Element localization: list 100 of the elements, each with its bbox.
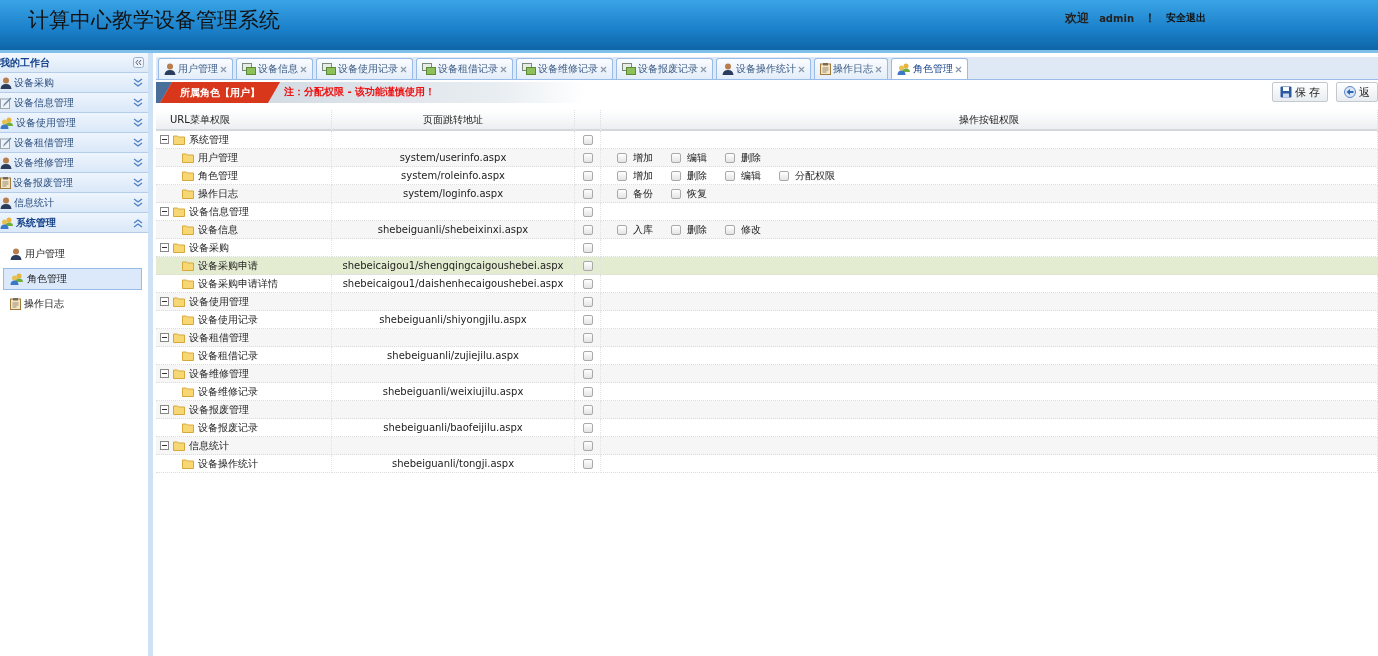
collapse-icon[interactable] bbox=[160, 441, 169, 450]
tree-node-label[interactable]: 设备操作统计 bbox=[198, 456, 258, 471]
tree-node-label[interactable]: 设备信息管理 bbox=[189, 204, 249, 219]
collapse-icon[interactable] bbox=[160, 297, 169, 306]
checkbox[interactable] bbox=[582, 170, 593, 181]
checkbox[interactable] bbox=[617, 170, 627, 181]
tree-node-label[interactable]: 操作日志 bbox=[198, 186, 238, 201]
collapse-icon[interactable] bbox=[160, 405, 169, 414]
close-icon[interactable] bbox=[220, 65, 227, 73]
checkbox[interactable] bbox=[582, 332, 593, 343]
checkbox[interactable] bbox=[582, 224, 593, 235]
expand-chevron-icon[interactable] bbox=[133, 117, 143, 128]
tree-node-label[interactable]: 设备维修管理 bbox=[189, 366, 249, 381]
sidebar-group[interactable]: 设备维修管理 bbox=[0, 153, 148, 173]
collapse-icon[interactable] bbox=[160, 135, 169, 144]
tree-node-label[interactable]: 设备采购申请详情 bbox=[198, 276, 278, 291]
sidebar-group[interactable]: 设备报废管理 bbox=[0, 173, 148, 193]
checkbox[interactable] bbox=[617, 224, 627, 235]
tree-node-label[interactable]: 设备租借管理 bbox=[189, 330, 249, 345]
checkbox[interactable] bbox=[725, 170, 735, 181]
sidebar-group[interactable]: 设备租借管理 bbox=[0, 133, 148, 153]
tree-node-label[interactable]: 设备采购 bbox=[189, 240, 229, 255]
tree-node-label[interactable]: 角色管理 bbox=[198, 168, 238, 183]
collapse-icon[interactable] bbox=[160, 207, 169, 216]
checkbox[interactable] bbox=[582, 278, 593, 289]
sidebar-group[interactable]: 设备采购 bbox=[0, 73, 148, 93]
expand-chevron-icon[interactable] bbox=[133, 177, 143, 188]
checkbox[interactable] bbox=[671, 152, 681, 163]
collapse-icon[interactable] bbox=[160, 369, 169, 378]
close-icon[interactable] bbox=[700, 65, 707, 73]
close-icon[interactable] bbox=[600, 65, 607, 73]
tab[interactable]: 角色管理 bbox=[891, 58, 968, 79]
tree-node-label[interactable]: 设备报废管理 bbox=[189, 402, 249, 417]
checkbox[interactable] bbox=[582, 134, 593, 145]
logout-link[interactable]: 安全退出 bbox=[1166, 11, 1206, 25]
checkbox[interactable] bbox=[671, 224, 681, 235]
checkbox[interactable] bbox=[671, 188, 681, 199]
checkbox[interactable] bbox=[582, 242, 593, 253]
checkbox[interactable] bbox=[582, 458, 593, 469]
collapse-sidebar-icon[interactable] bbox=[133, 57, 144, 68]
tab[interactable]: 设备信息 bbox=[236, 58, 313, 79]
checkbox[interactable] bbox=[725, 224, 735, 235]
expand-chevron-icon[interactable] bbox=[133, 157, 143, 168]
back-button[interactable]: 返 bbox=[1336, 82, 1378, 102]
checkbox[interactable] bbox=[582, 152, 593, 163]
collapse-chevron-icon[interactable] bbox=[133, 217, 143, 228]
sidebar-group[interactable]: 系统管理 bbox=[0, 213, 148, 233]
close-icon[interactable] bbox=[798, 65, 805, 73]
expand-chevron-icon[interactable] bbox=[133, 137, 143, 148]
checkbox[interactable] bbox=[582, 422, 593, 433]
sidebar-item[interactable]: 操作日志 bbox=[3, 293, 142, 315]
checkbox[interactable] bbox=[582, 404, 593, 415]
checkbox[interactable] bbox=[582, 296, 593, 307]
tab[interactable]: 设备使用记录 bbox=[316, 58, 413, 79]
permission-label: 恢复 bbox=[687, 186, 707, 201]
checkbox[interactable] bbox=[725, 152, 735, 163]
checkbox[interactable] bbox=[582, 206, 593, 217]
expand-chevron-icon[interactable] bbox=[133, 97, 143, 108]
tree-node-label[interactable]: 系统管理 bbox=[189, 132, 229, 147]
tab[interactable]: 设备报废记录 bbox=[616, 58, 713, 79]
tree-node-label[interactable]: 设备信息 bbox=[198, 222, 238, 237]
checkbox[interactable] bbox=[582, 440, 593, 451]
sidebar-group[interactable]: 信息统计 bbox=[0, 193, 148, 213]
checkbox[interactable] bbox=[779, 170, 789, 181]
checkbox[interactable] bbox=[582, 368, 593, 379]
tab[interactable]: 用户管理 bbox=[158, 58, 233, 79]
checkbox[interactable] bbox=[582, 188, 593, 199]
tree-node-label[interactable]: 设备租借记录 bbox=[198, 348, 258, 363]
close-icon[interactable] bbox=[300, 65, 307, 73]
tree-node-label[interactable]: 设备使用管理 bbox=[189, 294, 249, 309]
tab[interactable]: 操作日志 bbox=[814, 58, 888, 79]
tree-node-label[interactable]: 设备使用记录 bbox=[198, 312, 258, 327]
checkbox[interactable] bbox=[582, 386, 593, 397]
expand-chevron-icon[interactable] bbox=[133, 77, 143, 88]
checkbox[interactable] bbox=[617, 152, 627, 163]
close-icon[interactable] bbox=[955, 65, 962, 73]
sidebar-group[interactable]: 设备使用管理 bbox=[0, 113, 148, 133]
close-icon[interactable] bbox=[500, 65, 507, 73]
collapse-icon[interactable] bbox=[160, 243, 169, 252]
checkbox[interactable] bbox=[671, 170, 681, 181]
tree-node-label[interactable]: 设备维修记录 bbox=[198, 384, 258, 399]
sidebar-group[interactable]: 设备信息管理 bbox=[0, 93, 148, 113]
tree-node-label[interactable]: 信息统计 bbox=[189, 438, 229, 453]
expand-chevron-icon[interactable] bbox=[133, 197, 143, 208]
checkbox[interactable] bbox=[582, 314, 593, 325]
save-button[interactable]: 保 存 bbox=[1271, 82, 1328, 102]
tree-node-label[interactable]: 设备报废记录 bbox=[198, 420, 258, 435]
close-icon[interactable] bbox=[875, 65, 882, 73]
sidebar-item[interactable]: 用户管理 bbox=[3, 243, 142, 265]
tree-node-label[interactable]: 用户管理 bbox=[198, 150, 238, 165]
tab[interactable]: 设备操作统计 bbox=[716, 58, 811, 79]
checkbox[interactable] bbox=[582, 260, 593, 271]
tab[interactable]: 设备租借记录 bbox=[416, 58, 513, 79]
checkbox[interactable] bbox=[582, 350, 593, 361]
close-icon[interactable] bbox=[400, 65, 407, 73]
collapse-icon[interactable] bbox=[160, 333, 169, 342]
tab[interactable]: 设备维修记录 bbox=[516, 58, 613, 79]
tree-node-label[interactable]: 设备采购申请 bbox=[198, 258, 258, 273]
sidebar-item[interactable]: 角色管理 bbox=[3, 268, 142, 290]
checkbox[interactable] bbox=[617, 188, 627, 199]
